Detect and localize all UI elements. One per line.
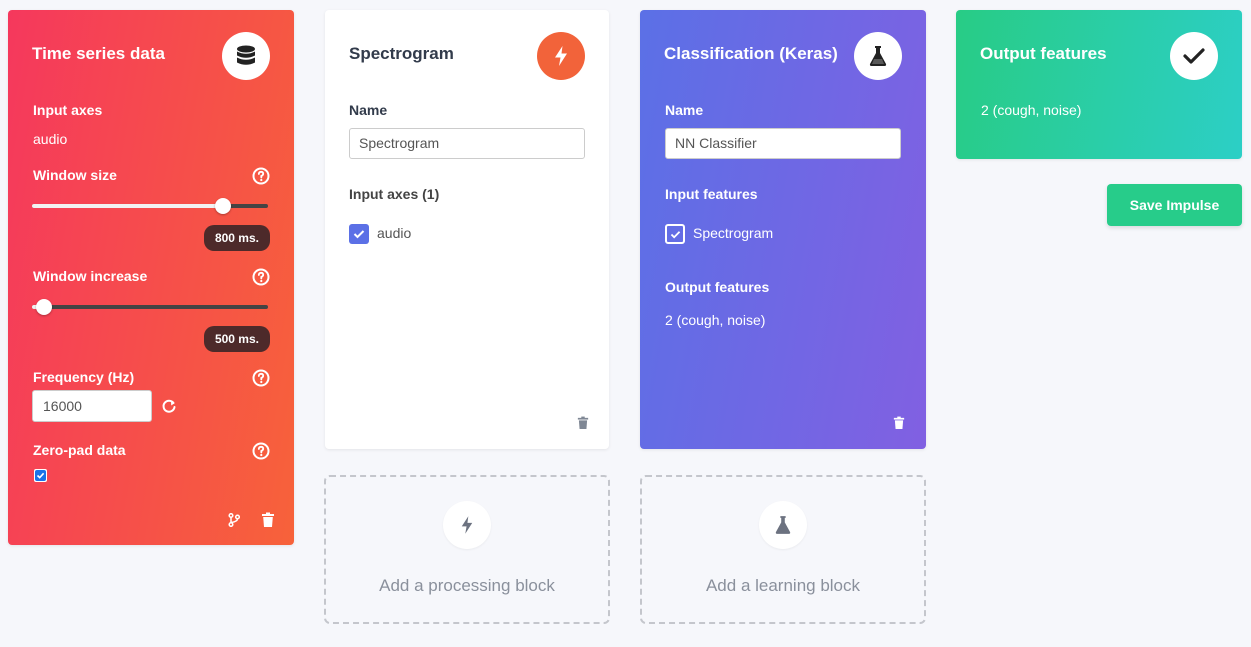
output-features-label: Output features bbox=[665, 279, 770, 295]
add-processing-label: Add a processing block bbox=[379, 576, 555, 595]
window-increase-label: Window increase bbox=[33, 268, 148, 284]
frequency-label: Frequency (Hz) bbox=[33, 369, 135, 385]
input-axes-label: Input axes (1) bbox=[349, 186, 440, 202]
classification-title: Classification (Keras) bbox=[664, 44, 838, 63]
bolt-icon bbox=[443, 501, 491, 549]
spectrogram-feature-label: Spectrogram bbox=[693, 225, 774, 241]
help-icon[interactable] bbox=[252, 442, 270, 460]
window-size-slider-fill bbox=[32, 204, 224, 208]
flask-icon bbox=[759, 501, 807, 549]
window-size-label: Window size bbox=[33, 167, 117, 183]
help-icon[interactable] bbox=[252, 369, 270, 387]
help-icon[interactable] bbox=[252, 268, 270, 286]
input-features-label: Input features bbox=[665, 186, 758, 202]
check-icon bbox=[670, 230, 680, 238]
output-features-card: Output features 2 (cough, noise) bbox=[956, 10, 1242, 159]
flask-icon bbox=[854, 32, 902, 80]
trash-icon[interactable] bbox=[261, 512, 275, 528]
trash-icon[interactable] bbox=[577, 416, 589, 430]
input-axes-label: Input axes bbox=[33, 102, 103, 118]
output-features-value: 2 (cough, noise) bbox=[665, 312, 766, 328]
zero-pad-checkbox[interactable] bbox=[34, 469, 47, 482]
help-icon[interactable] bbox=[252, 167, 270, 185]
window-size-slider[interactable] bbox=[32, 198, 268, 214]
frequency-input[interactable]: 16000 bbox=[32, 390, 152, 422]
branch-icon[interactable] bbox=[228, 513, 240, 527]
check-icon bbox=[35, 470, 46, 481]
audio-checkbox-label: audio bbox=[377, 225, 412, 241]
reset-icon[interactable] bbox=[161, 398, 177, 414]
window-increase-value: 500 ms. bbox=[203, 326, 270, 352]
spectrogram-card: Spectrogram Name Spectrogram Input axes … bbox=[325, 10, 609, 449]
save-impulse-button[interactable]: Save Impulse bbox=[1107, 184, 1242, 226]
add-learning-block[interactable]: Add a learning block bbox=[640, 475, 926, 624]
check-icon bbox=[353, 230, 365, 239]
classification-card: Classification (Keras) Name NN Classifie… bbox=[640, 10, 926, 449]
name-label: Name bbox=[665, 102, 704, 118]
spectrogram-feature-checkbox[interactable] bbox=[665, 224, 685, 244]
window-size-slider-thumb[interactable] bbox=[215, 198, 232, 214]
output-features-title: Output features bbox=[980, 44, 1107, 63]
database-icon bbox=[222, 32, 270, 80]
window-size-value: 800 ms. bbox=[203, 225, 270, 251]
input-axes-value: audio bbox=[33, 131, 68, 147]
spectrogram-title: Spectrogram bbox=[349, 44, 454, 63]
time-series-title: Time series data bbox=[32, 44, 165, 63]
audio-checkbox[interactable] bbox=[349, 224, 369, 244]
add-learning-label: Add a learning block bbox=[705, 576, 861, 595]
zero-pad-label: Zero-pad data bbox=[33, 442, 126, 458]
bolt-icon bbox=[537, 32, 585, 80]
window-increase-slider-thumb[interactable] bbox=[35, 299, 52, 315]
trash-icon[interactable] bbox=[893, 416, 905, 430]
time-series-card: Time series data Input axes audio Window… bbox=[8, 10, 294, 545]
add-processing-block[interactable]: Add a processing block bbox=[324, 475, 610, 624]
name-label: Name bbox=[349, 102, 388, 118]
output-features-value: 2 (cough, noise) bbox=[981, 102, 1082, 118]
window-increase-slider[interactable] bbox=[32, 299, 268, 315]
check-icon bbox=[1170, 32, 1218, 80]
classifier-name-input[interactable]: NN Classifier bbox=[665, 128, 901, 159]
spectrogram-name-input[interactable]: Spectrogram bbox=[349, 128, 585, 159]
